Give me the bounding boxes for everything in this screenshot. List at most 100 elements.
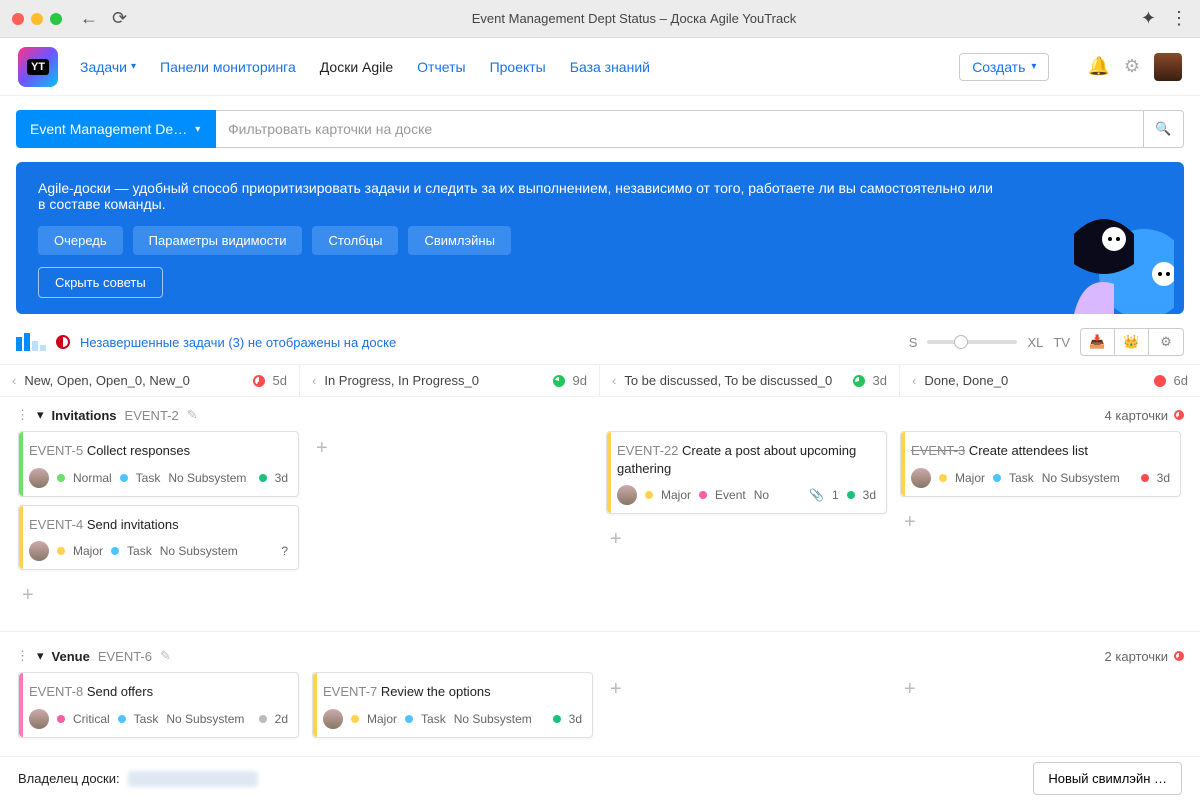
attachment-icon: 📎 bbox=[809, 488, 824, 502]
issue-code: EVENT-8 bbox=[29, 684, 83, 699]
collapse-icon[interactable]: ▾ bbox=[37, 648, 44, 664]
swimlane-code: EVENT-6 bbox=[98, 649, 152, 664]
column-header[interactable]: ‹ New, Open, Open_0, New_0 5d bbox=[0, 365, 300, 396]
swimlanes-area: ⋮ ▾ Invitations EVENT-2 ✎ 4 карточки EVE… bbox=[0, 397, 1200, 793]
issue-meta: Major Task No Subsystem ? bbox=[29, 541, 288, 561]
chevron-down-icon: ▾ bbox=[131, 61, 136, 72]
tips-banner: Agile-доски — удобный способ приоритизир… bbox=[16, 162, 1184, 314]
add-card-button[interactable]: + bbox=[606, 522, 626, 557]
issue-code: EVENT-7 bbox=[323, 684, 377, 699]
board-owner-label: Владелец доски: bbox=[18, 771, 120, 786]
column-status-dot bbox=[1154, 375, 1166, 387]
assignee-avatar[interactable] bbox=[29, 541, 49, 561]
issue-meta: Major Event No 📎1 3d bbox=[617, 485, 876, 505]
board-settings-icon[interactable]: ⚙ bbox=[1149, 329, 1183, 355]
maximize-window[interactable] bbox=[50, 13, 62, 25]
nav-dashboards[interactable]: Панели мониторинга bbox=[160, 59, 296, 75]
nav-projects[interactable]: Проекты bbox=[490, 59, 546, 75]
issue-card[interactable]: EVENT-3 Create attendees list Major Task… bbox=[900, 431, 1181, 497]
issue-card[interactable]: EVENT-22 Create a post about upcoming ga… bbox=[606, 431, 887, 514]
reload-icon[interactable]: ⟳ bbox=[112, 8, 127, 29]
chevron-left-icon: ‹ bbox=[912, 373, 916, 388]
chevron-left-icon: ‹ bbox=[612, 373, 616, 388]
user-avatar[interactable] bbox=[1154, 53, 1182, 81]
card-size-slider[interactable]: S XL bbox=[909, 335, 1044, 350]
banner-swimlanes-button[interactable]: Свимлэйны bbox=[408, 226, 511, 255]
view-toggle-group: 📥 👑 ⚙ bbox=[1080, 328, 1184, 356]
chevron-left-icon: ‹ bbox=[12, 373, 16, 388]
assignee-avatar[interactable] bbox=[911, 468, 931, 488]
issue-meta: Major Task No Subsystem 3d bbox=[911, 468, 1170, 488]
column-status-dot bbox=[253, 375, 265, 387]
add-card-button[interactable]: + bbox=[900, 672, 920, 707]
chevron-left-icon: ‹ bbox=[312, 373, 316, 388]
column-title: Done, Done_0 bbox=[924, 373, 1008, 388]
column-status-dot bbox=[853, 375, 865, 387]
issue-code: EVENT-5 bbox=[29, 443, 83, 458]
nav-knowledge[interactable]: База знаний bbox=[570, 59, 650, 75]
assignee-avatar[interactable] bbox=[29, 709, 49, 729]
gear-icon[interactable]: ⚙ bbox=[1124, 56, 1140, 77]
browser-chrome: ← ⟳ Event Management Dept Status – Доска… bbox=[0, 0, 1200, 38]
tv-mode-label[interactable]: TV bbox=[1053, 335, 1070, 350]
issue-title: Review the options bbox=[381, 684, 491, 699]
add-card-button[interactable]: + bbox=[312, 431, 332, 466]
drag-handle-icon[interactable]: ⋮ bbox=[16, 648, 29, 664]
create-button[interactable]: Создать▾ bbox=[959, 53, 1049, 81]
swimlane-count: 2 карточки bbox=[1105, 649, 1184, 664]
swimlane-code: EVENT-2 bbox=[125, 408, 179, 423]
banner-columns-button[interactable]: Столбцы bbox=[312, 226, 398, 255]
add-card-button[interactable]: + bbox=[900, 505, 920, 540]
board-footer: Владелец доски: Новый свимлэйн … bbox=[0, 756, 1200, 800]
back-icon[interactable]: ← bbox=[80, 8, 98, 29]
assignee-avatar[interactable] bbox=[323, 709, 343, 729]
swimlane-header: ⋮ ▾ Venue EVENT-6 ✎ 2 карточки bbox=[0, 638, 1200, 672]
hide-tips-button[interactable]: Скрыть советы bbox=[38, 267, 163, 298]
more-icon[interactable]: ⋮ bbox=[1170, 8, 1188, 29]
search-button[interactable]: 🔍 bbox=[1144, 110, 1184, 148]
app-logo[interactable] bbox=[18, 47, 58, 87]
swimlane-title: Invitations bbox=[52, 408, 117, 423]
issue-title: Create attendees list bbox=[969, 443, 1088, 458]
sprint-chart-icon[interactable] bbox=[16, 333, 46, 351]
board-selector[interactable]: Event Management De…▾ bbox=[16, 110, 216, 148]
board-cell: EVENT-5 Collect responses Normal Task No… bbox=[12, 431, 306, 621]
collapse-icon[interactable]: ▾ bbox=[37, 407, 44, 423]
column-header[interactable]: ‹ To be discussed, To be discussed_0 3d bbox=[600, 365, 900, 396]
banner-visibility-button[interactable]: Параметры видимости bbox=[133, 226, 303, 255]
edit-icon[interactable]: ✎ bbox=[187, 407, 198, 423]
board-cell: EVENT-3 Create attendees list Major Task… bbox=[894, 431, 1188, 621]
top-nav: Задачи ▾ Панели мониторинга Доски Agile … bbox=[0, 38, 1200, 96]
column-header[interactable]: ‹ In Progress, In Progress_0 9d bbox=[300, 365, 600, 396]
issue-card[interactable]: EVENT-7 Review the options Major Task No… bbox=[312, 672, 593, 738]
column-header[interactable]: ‹ Done, Done_0 6d bbox=[900, 365, 1200, 396]
column-age: 3d bbox=[873, 373, 887, 388]
search-icon: 🔍 bbox=[1155, 121, 1171, 137]
view-chart-icon[interactable]: 👑 bbox=[1115, 329, 1149, 355]
nav-agile-boards[interactable]: Доски Agile bbox=[320, 59, 393, 75]
issue-card[interactable]: EVENT-4 Send invitations Major Task No S… bbox=[18, 505, 299, 571]
nav-issues[interactable]: Задачи ▾ bbox=[80, 59, 136, 75]
drag-handle-icon[interactable]: ⋮ bbox=[16, 407, 29, 423]
assignee-avatar[interactable] bbox=[29, 468, 49, 488]
issue-card[interactable]: EVENT-8 Send offers Critical Task No Sub… bbox=[18, 672, 299, 738]
bell-icon[interactable]: 🔔 bbox=[1087, 56, 1109, 77]
edit-icon[interactable]: ✎ bbox=[160, 648, 171, 664]
view-board-icon[interactable]: 📥 bbox=[1081, 329, 1115, 355]
assignee-avatar[interactable] bbox=[617, 485, 637, 505]
banner-queue-button[interactable]: Очередь bbox=[38, 226, 123, 255]
issue-code: EVENT-4 bbox=[29, 517, 83, 532]
add-card-button[interactable]: + bbox=[18, 578, 38, 613]
unassigned-issues-link[interactable]: Незавершенные задачи (3) не отображены н… bbox=[80, 335, 396, 350]
filter-input[interactable]: Фильтровать карточки на доске bbox=[216, 110, 1144, 148]
swimlane-title: Venue bbox=[52, 649, 90, 664]
nav-reports[interactable]: Отчеты bbox=[417, 59, 465, 75]
extensions-icon[interactable]: ✦ bbox=[1141, 8, 1156, 29]
add-card-button[interactable]: + bbox=[606, 672, 626, 707]
close-window[interactable] bbox=[12, 13, 24, 25]
issue-meta: Normal Task No Subsystem 3d bbox=[29, 468, 288, 488]
new-swimlane-button[interactable]: Новый свимлэйн … bbox=[1033, 762, 1182, 795]
column-age: 5d bbox=[273, 373, 287, 388]
minimize-window[interactable] bbox=[31, 13, 43, 25]
issue-card[interactable]: EVENT-5 Collect responses Normal Task No… bbox=[18, 431, 299, 497]
